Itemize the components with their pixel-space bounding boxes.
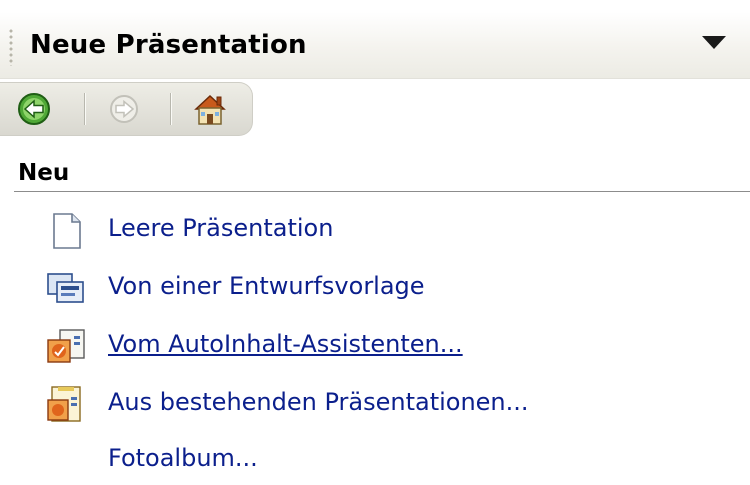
home-icon — [194, 94, 226, 125]
task-pane: Neue Präsentation Neu Leere Präsentation… — [0, 0, 750, 485]
existing-presentation-link[interactable]: Aus bestehenden Präsentationen... — [44, 384, 624, 424]
design-template-link[interactable]: Von einer Entwurfsvorlage — [44, 268, 494, 308]
back-arrow-icon — [18, 93, 50, 125]
item-label: Von einer Entwurfsvorlage — [108, 272, 425, 300]
home-button[interactable] — [190, 91, 230, 127]
photo-album-link[interactable]: Fotoalbum... — [44, 440, 304, 480]
toolbar-separator — [170, 93, 171, 125]
autocontent-wizard-link[interactable]: Vom AutoInhalt-Assistenten... — [44, 326, 544, 366]
forward-arrow-icon — [110, 95, 138, 123]
item-label: Aus bestehenden Präsentationen... — [108, 388, 529, 416]
task-pane-title-bar: Neue Präsentation — [0, 12, 750, 79]
section-divider — [14, 191, 750, 192]
forward-button[interactable] — [106, 91, 142, 127]
nav-toolbar — [0, 82, 253, 136]
item-label: Vom AutoInhalt-Assistenten... — [108, 330, 463, 358]
design-template-icon — [47, 273, 84, 303]
dropdown-triangle-icon[interactable] — [702, 36, 726, 49]
drag-grip-icon[interactable] — [8, 28, 14, 66]
item-label: Fotoalbum... — [108, 444, 258, 472]
toolbar-separator — [84, 93, 85, 125]
pane-title: Neue Präsentation — [30, 30, 307, 60]
blank-document-icon — [53, 213, 81, 249]
back-button[interactable] — [16, 91, 52, 127]
autocontent-wizard-icon — [47, 329, 85, 363]
blank-presentation-link[interactable]: Leere Präsentation — [44, 210, 384, 250]
section-heading-neu: Neu — [18, 160, 70, 186]
item-label: Leere Präsentation — [108, 214, 334, 242]
existing-presentation-icon — [47, 386, 81, 422]
